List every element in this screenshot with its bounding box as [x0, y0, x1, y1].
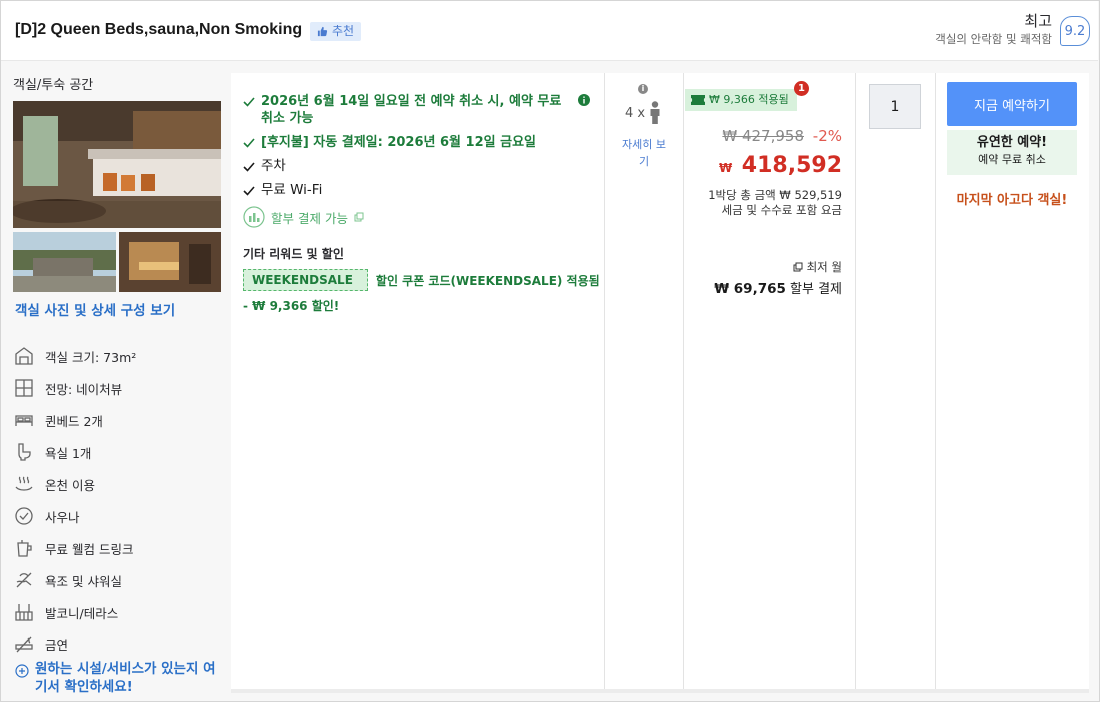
no-smoking-icon [13, 633, 35, 655]
external-link-icon [354, 212, 364, 222]
amenity-item: 온천 이용 [13, 468, 225, 500]
monthly-amount-suffix: 할부 결제 [790, 282, 842, 297]
room-thumbnail-exterior[interactable] [13, 232, 116, 292]
condition-wifi: 무료 Wi-Fi [243, 182, 593, 199]
original-price: ₩ 427,958 -2% [722, 127, 842, 145]
discount-percent: -2% [812, 127, 842, 145]
ticket-icon [691, 95, 705, 105]
flexible-booking-subtitle: 예약 무료 취소 [978, 153, 1046, 166]
cancel-info-icon[interactable] [578, 94, 590, 106]
room-photos-link[interactable]: 객실 사진 및 상세 구성 보기 [15, 299, 175, 319]
recommend-badge: 추천 [310, 22, 362, 41]
occupancy-count: 4 x [625, 101, 661, 125]
parking-text: 주차 [261, 158, 286, 174]
other-rewards-heading: 기타 리워드 및 할인 [243, 247, 344, 261]
original-price-value: ₩ 427,958 [722, 127, 804, 145]
amenity-item: 사우나 [13, 500, 225, 532]
installment-option[interactable]: 할부 결제 가능 [243, 206, 593, 228]
installment-text: 할부 결제 가능 [271, 210, 348, 226]
bed-icon [13, 409, 35, 431]
tax-note: 세금 및 수수료 포함 요금 [721, 203, 842, 217]
condition-free-cancel: 2026년 6월 14일 일요일 전 예약 취소 시, 예약 무료 취소 가능 [243, 93, 593, 127]
room-space-heading: 객실/투숙 공간 [13, 78, 94, 93]
coupon-row: WEEKENDSALE 할인 쿠폰 코드(WEEKENDSALE) 적용됨 [243, 269, 600, 291]
amenity-item: 발코니/테라스 [13, 596, 225, 628]
room-quantity-select[interactable]: 1 [869, 84, 921, 129]
condition-parking: 주차 [243, 158, 593, 175]
facility-link-text: 원하는 시설/서비스가 있는지 여기서 확인하세요! [35, 661, 216, 695]
amenity-list: 객실 크기: 73m² 전망: 네이처뷰 퀸베드 2개 욕실 1개 온천 이용 [13, 340, 225, 660]
room-thumbnail-sauna[interactable] [119, 232, 221, 292]
pay-later-text: [후지불] 자동 결제일: 2026년 6월 12일 금요일 [261, 135, 536, 150]
check-green-icon [243, 138, 255, 148]
window-view-icon [13, 377, 35, 399]
plus-circle-icon [15, 664, 29, 678]
toilet-icon [13, 441, 35, 463]
shower-icon [13, 569, 35, 591]
room-info-column: 객실/투숙 공간 객실 사진 및 상세 구성 보기 객실 크기: 73m² 전망… [1, 62, 229, 700]
monthly-installment-label[interactable]: 최저 월 [793, 259, 842, 275]
occupancy-count-label: 4 x [625, 105, 646, 121]
price-column: ₩ 9,366 적용됨 1 ₩ 427,958 -2% ₩ 418,592 1박… [684, 73, 854, 689]
flexible-booking-title: 유연한 예약! [976, 135, 1048, 150]
thumbs-up-icon [317, 26, 328, 37]
recommend-label: 추천 [332, 24, 355, 38]
check-green-icon [243, 97, 255, 107]
rating-subtitle: 객실의 안락함 및 쾌적함 [935, 32, 1052, 46]
final-price: ₩ 418,592 [719, 153, 842, 178]
offer-panel: 2026년 6월 14일 일요일 전 예약 취소 시, 예약 무료 취소 가능 … [231, 73, 1089, 689]
total-per-night: 1박당 총 금액 ₩ 529,519 [708, 188, 842, 202]
occupancy-column: i 4 x 자세히 보기 [605, 73, 683, 689]
hot-spring-icon [13, 473, 35, 495]
coupon-applied-badge: ₩ 9,366 적용됨 [685, 89, 797, 111]
check-icon [243, 186, 255, 196]
amenity-item: 욕조 및 샤워실 [13, 564, 225, 596]
sauna-icon [13, 505, 35, 527]
room-quantity-column: 1 [856, 73, 934, 689]
final-price-value: 418,592 [741, 153, 842, 178]
condition-pay-later: [후지불] 자동 결제일: 2026년 6월 12일 금요일 [243, 134, 593, 151]
coupon-applied-text: 할인 쿠폰 코드(WEEKENDSALE) 적용됨 [375, 273, 600, 288]
room-header: [D]2 Queen Beds,sauna,Non Smoking 추천 최고 … [1, 1, 1098, 61]
free-cancel-text: 2026년 6월 14일 일요일 전 예약 취소 시, 예약 무료 취소 가능 [261, 94, 562, 126]
panel-bottom-strip [231, 689, 1089, 693]
notification-count-badge: 1 [794, 81, 809, 96]
amenity-item: 퀸베드 2개 [13, 404, 225, 436]
last-room-notice: 마지막 아고다 객실! [956, 193, 1068, 208]
person-icon [650, 101, 660, 124]
book-now-button[interactable]: 지금 예약하기 [947, 82, 1077, 126]
occupancy-info-icon[interactable]: i [638, 84, 648, 94]
amenity-item: 금연 [13, 628, 225, 660]
room-title[interactable]: [D]2 Queen Beds,sauna,Non Smoking [15, 21, 302, 39]
flexible-booking-box: 유연한 예약! 예약 무료 취소 [947, 130, 1077, 175]
balcony-icon [13, 601, 35, 623]
wifi-text: 무료 Wi-Fi [261, 182, 323, 198]
monthly-installment-amount: ₩ 69,765 할부 결제 [714, 278, 842, 297]
occupancy-details-link[interactable]: 자세히 보기 [617, 136, 671, 170]
monthly-amount-value: ₩ 69,765 [714, 281, 786, 297]
coupon-code-tag: WEEKENDSALE [243, 269, 368, 291]
applied-badge-text: ₩ 9,366 적용됨 [709, 93, 789, 106]
amenity-item: 무료 웰컴 드링크 [13, 532, 225, 564]
rating-score-badge: 9.2 [1060, 16, 1090, 46]
drink-cup-icon [13, 537, 35, 559]
offer-conditions: 2026년 6월 14일 일요일 전 예약 취소 시, 예약 무료 취소 가능 … [243, 93, 593, 228]
check-icon [243, 162, 255, 172]
rating-block[interactable]: 최고 객실의 안락함 및 쾌적함 9.2 [935, 11, 1090, 47]
amenity-item: 욕실 1개 [13, 436, 225, 468]
room-size-icon [13, 345, 35, 367]
price-currency: ₩ [718, 161, 733, 175]
coupon-discount-text: - ₩ 9,366 할인! [243, 299, 340, 313]
rating-label: 최고 [1024, 12, 1052, 30]
external-link-icon [793, 262, 803, 272]
installment-icon [243, 206, 265, 228]
room-main-photo[interactable] [13, 101, 221, 228]
facility-search-link[interactable]: 원하는 시설/서비스가 있는지 여기서 확인하세요! [15, 660, 225, 696]
booking-column: 지금 예약하기 유연한 예약! 예약 무료 취소 마지막 아고다 객실! [936, 73, 1089, 689]
amenity-item: 전망: 네이처뷰 [13, 372, 225, 404]
amenity-item: 객실 크기: 73m² [13, 340, 225, 372]
